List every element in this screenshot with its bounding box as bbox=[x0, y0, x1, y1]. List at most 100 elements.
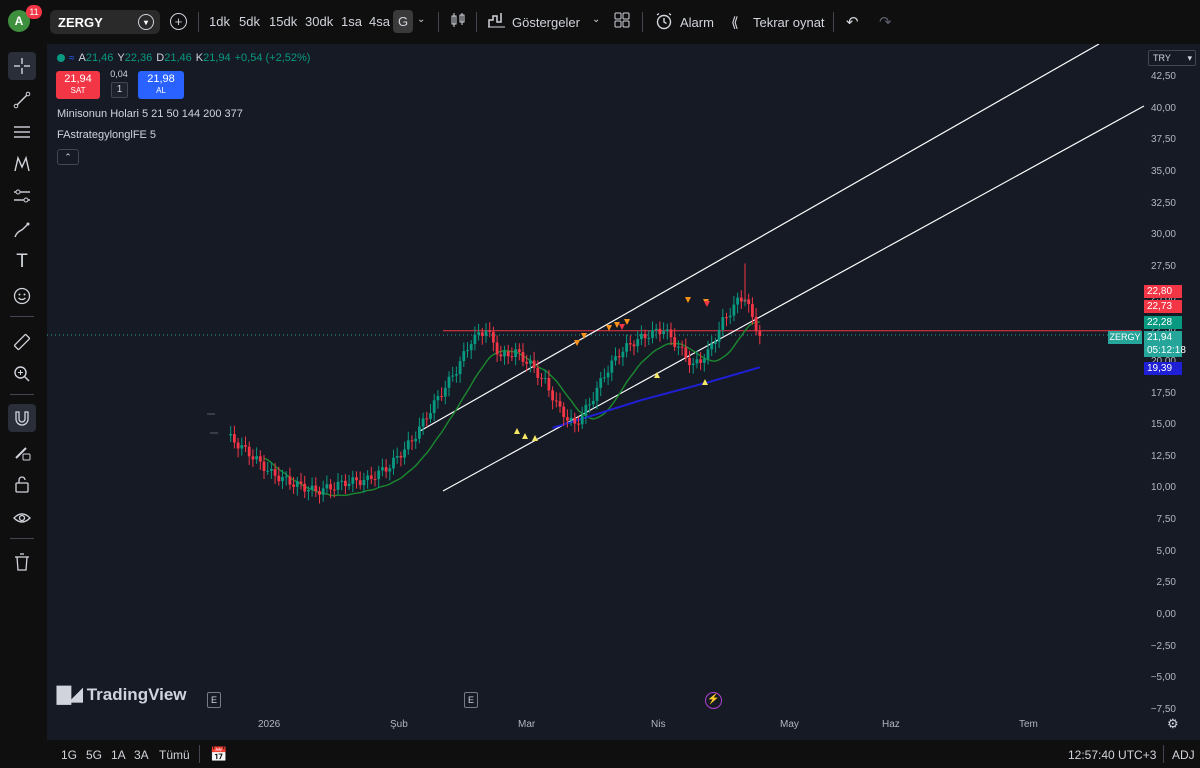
chevron-down-icon: ▾ bbox=[1187, 53, 1192, 63]
candle-body bbox=[347, 483, 351, 487]
replay-button[interactable]: Tekrar oynat bbox=[753, 15, 825, 30]
candle-body bbox=[477, 332, 480, 335]
indicator-legend-ma[interactable]: Minisonun Holari 5 21 50 144 200 377 bbox=[57, 108, 243, 120]
candle-body bbox=[628, 343, 632, 345]
price-chart[interactable] bbox=[47, 44, 1200, 740]
chart-pane[interactable]: ≈ A21,46 Y22,36 D21,46 K21,94 +0,54 (+2,… bbox=[47, 44, 1200, 740]
candle-body bbox=[281, 476, 284, 482]
candle-body bbox=[247, 446, 251, 457]
indicators-button[interactable]: Göstergeler bbox=[512, 15, 580, 30]
divider bbox=[10, 316, 34, 317]
candle-body bbox=[632, 344, 636, 347]
price-badge: 22,73 bbox=[1144, 300, 1182, 313]
price-tick-label: 27,50 bbox=[1150, 260, 1176, 272]
timeframe-15m[interactable]: 15dk bbox=[269, 14, 297, 29]
candle-body bbox=[595, 387, 599, 401]
timeframe-1h[interactable]: 1sa bbox=[341, 14, 362, 29]
candle-body bbox=[521, 351, 525, 362]
emoji-icon[interactable] bbox=[8, 282, 36, 310]
candle-body bbox=[270, 469, 273, 471]
crosshair-icon[interactable] bbox=[8, 52, 36, 80]
candle-body bbox=[614, 356, 617, 361]
layout-grid-icon[interactable] bbox=[614, 12, 630, 32]
price-badge: 22,80 bbox=[1144, 285, 1182, 298]
range-1m[interactable]: 1A bbox=[111, 748, 126, 762]
replay-icon[interactable]: ⟪ bbox=[731, 14, 739, 31]
candle-body bbox=[503, 351, 506, 357]
symbol-dropdown-icon[interactable]: ▾ bbox=[138, 14, 154, 30]
range-5d[interactable]: 5G bbox=[86, 748, 102, 762]
range-1d[interactable]: 1G bbox=[61, 748, 77, 762]
price-badge: 05:12:18 bbox=[1144, 344, 1186, 357]
candle-body bbox=[321, 488, 325, 495]
ruler-icon[interactable] bbox=[8, 328, 36, 356]
candle-body bbox=[277, 475, 281, 482]
brush-icon[interactable] bbox=[8, 216, 36, 244]
trading-app: A 11 ZERGY ▾ + 1dk 5dk 15dk 30dk 1sa 4sa… bbox=[0, 0, 1200, 768]
trend-line-icon[interactable] bbox=[8, 86, 36, 114]
candle-body bbox=[625, 343, 628, 352]
horizontal-lines-icon[interactable] bbox=[8, 118, 36, 146]
candle-body bbox=[392, 457, 395, 469]
chevron-down-icon[interactable]: ⌄ bbox=[592, 14, 600, 25]
undo-icon[interactable]: ↶ bbox=[846, 13, 859, 31]
tradingview-logo[interactable]: ▇◢ TradingView bbox=[57, 684, 187, 705]
quantity-field[interactable]: 1 bbox=[111, 82, 128, 98]
divider bbox=[833, 12, 834, 32]
magnet-icon[interactable] bbox=[8, 404, 36, 432]
candle-body bbox=[414, 438, 418, 442]
eye-icon[interactable] bbox=[8, 504, 36, 532]
chevron-down-icon[interactable]: ⌄ bbox=[417, 14, 425, 25]
timeframe-5m[interactable]: 5dk bbox=[239, 14, 260, 29]
compare-symbol-icon[interactable]: + bbox=[170, 13, 187, 30]
currency-selector[interactable]: TRY ▾ bbox=[1148, 50, 1196, 66]
timeframe-30m[interactable]: 30dk bbox=[305, 14, 333, 29]
alarm-button[interactable]: Alarm bbox=[680, 15, 714, 30]
candle-body bbox=[303, 483, 307, 492]
candle-body bbox=[425, 418, 429, 420]
alarm-clock-icon[interactable] bbox=[655, 12, 673, 34]
symbol-search[interactable]: ZERGY ▾ bbox=[50, 10, 160, 34]
candle-body bbox=[677, 346, 680, 348]
candlestick-type-icon[interactable] bbox=[450, 12, 466, 32]
zoom-in-icon[interactable] bbox=[8, 360, 36, 388]
buy-button[interactable]: 21,98 AL bbox=[138, 71, 184, 99]
timeframe-4h[interactable]: 4sa bbox=[369, 14, 390, 29]
indicator-legend-strategy[interactable]: FAstrategylonglFE 5 bbox=[57, 129, 156, 141]
price-badge: 19,39 bbox=[1144, 362, 1182, 375]
range-all[interactable]: Tümü bbox=[159, 748, 190, 762]
candle-body bbox=[292, 484, 295, 487]
candle-body bbox=[751, 304, 754, 317]
candle-body bbox=[514, 349, 517, 358]
candle-body bbox=[344, 480, 347, 487]
redo-icon[interactable]: ↷ bbox=[879, 13, 892, 31]
adjustment-toggle[interactable]: ADJ bbox=[1172, 748, 1195, 762]
candle-body bbox=[558, 401, 562, 407]
sell-button[interactable]: 21,94 SAT bbox=[56, 71, 100, 99]
lock-icon[interactable] bbox=[8, 470, 36, 498]
collapse-legend-icon[interactable]: ⌃ bbox=[57, 149, 79, 165]
pattern-icon[interactable] bbox=[8, 150, 36, 178]
indicators-icon[interactable] bbox=[488, 12, 506, 32]
text-tool-icon[interactable]: T bbox=[8, 248, 36, 276]
trash-icon[interactable] bbox=[8, 548, 36, 576]
candle-body bbox=[399, 455, 403, 458]
divider bbox=[10, 538, 34, 539]
candle-body bbox=[395, 455, 399, 458]
candle-body bbox=[314, 485, 318, 492]
forecast-icon[interactable] bbox=[8, 182, 36, 210]
timeframe-1d[interactable]: G bbox=[393, 10, 414, 33]
candle-body bbox=[684, 347, 688, 358]
lock-pencil-icon[interactable] bbox=[8, 438, 36, 466]
chart-settings-icon[interactable]: ⚙ bbox=[1167, 716, 1179, 732]
clock[interactable]: 12:57:40 UTC+3 bbox=[1068, 748, 1156, 762]
timeframe-1m[interactable]: 1dk bbox=[209, 14, 230, 29]
event-earnings-icon[interactable]: E bbox=[464, 692, 478, 708]
top-toolbar: A 11 ZERGY ▾ + 1dk 5dk 15dk 30dk 1sa 4sa… bbox=[0, 0, 1200, 44]
range-3m[interactable]: 3A bbox=[134, 748, 149, 762]
event-earnings-icon[interactable]: E bbox=[207, 692, 221, 708]
flash-event-icon[interactable]: ⚡ bbox=[705, 692, 722, 709]
time-tick-label: 2026 bbox=[258, 719, 281, 730]
candle-body bbox=[732, 304, 736, 316]
date-range-icon[interactable]: 📅 bbox=[210, 746, 227, 763]
